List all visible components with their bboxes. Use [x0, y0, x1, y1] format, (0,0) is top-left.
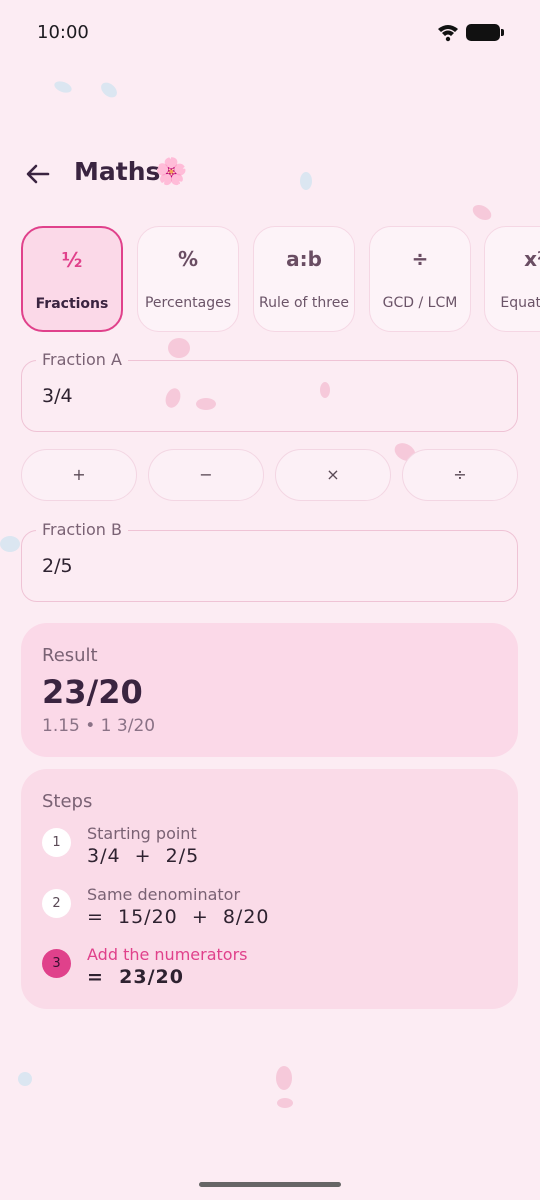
step-number: 1 [42, 828, 71, 857]
back-arrow-icon[interactable] [22, 158, 54, 190]
tab-symbol: x² [524, 247, 540, 271]
tab-label: Fractions [35, 296, 109, 312]
sakura-icon: 🌸 [155, 157, 188, 187]
petal-decoration [18, 1072, 32, 1086]
petal-decoration [276, 1066, 292, 1090]
steps-card: Steps 1 Starting point 3/4 + 2/5 2 Same … [21, 769, 518, 1009]
step-title: Same denominator [87, 885, 241, 904]
tab-symbol: % [177, 247, 199, 271]
fraction-b-value: 2/5 [42, 555, 73, 577]
home-indicator[interactable] [199, 1182, 341, 1187]
tab-symbol: a:b [286, 247, 322, 271]
fraction-a-label: Fraction A [36, 350, 128, 369]
petal-decoration [168, 338, 190, 358]
tab-equations[interactable]: x² Equations [484, 226, 540, 332]
step-item: 1 Starting point 3/4 + 2/5 [42, 824, 502, 874]
tab-symbol: ½ [61, 248, 83, 272]
tab-label: GCD / LCM [382, 295, 458, 311]
fraction-b-label: Fraction B [36, 520, 128, 539]
tab-label: Percentages [144, 295, 232, 311]
wifi-icon [438, 25, 458, 42]
operator-subtract-button[interactable]: − [148, 449, 264, 501]
petal-decoration [98, 79, 120, 101]
app-bar: Maths 🌸 [0, 150, 540, 200]
step-expression: = 23/20 [87, 966, 184, 988]
petal-decoration [277, 1098, 293, 1108]
operator-add-button[interactable]: + [21, 449, 137, 501]
fraction-a-field[interactable]: Fraction A 3/4 [21, 350, 518, 432]
operator-multiply-button[interactable]: × [275, 449, 391, 501]
step-number: 2 [42, 889, 71, 918]
step-number: 3 [42, 949, 71, 978]
result-secondary: 1.15 • 1 3/20 [42, 716, 156, 736]
tab-label: Rule of three [259, 295, 349, 311]
tab-rule-of-three[interactable]: a:b Rule of three [253, 226, 355, 332]
fraction-a-value: 3/4 [42, 385, 73, 407]
petal-decoration [470, 201, 494, 224]
step-title: Starting point [87, 824, 197, 843]
tab-gcd-lcm[interactable]: ÷ GCD / LCM [369, 226, 471, 332]
tab-label: Equations [500, 295, 540, 311]
result-label: Result [42, 645, 98, 666]
result-value: 23/20 [42, 673, 143, 711]
category-tabs: ½ Fractions % Percentages a:b Rule of th… [0, 226, 540, 336]
step-expression: = 15/20 + 8/20 [87, 906, 270, 928]
status-time: 10:00 [37, 22, 89, 43]
steps-heading: Steps [42, 791, 93, 812]
tab-symbol: ÷ [411, 247, 429, 271]
tab-percentages[interactable]: % Percentages [137, 226, 239, 332]
operator-divide-button[interactable]: ÷ [402, 449, 518, 501]
step-expression: 3/4 + 2/5 [87, 845, 200, 867]
operator-selector: + − × ÷ [21, 449, 518, 501]
status-bar: 10:00 [0, 0, 540, 64]
fraction-b-field[interactable]: Fraction B 2/5 [21, 520, 518, 602]
step-item: 2 Same denominator = 15/20 + 8/20 [42, 885, 502, 935]
petal-decoration [52, 79, 74, 95]
step-title: Add the numerators [87, 945, 248, 964]
result-card: Result 23/20 1.15 • 1 3/20 [21, 623, 518, 757]
tab-fractions[interactable]: ½ Fractions [21, 226, 123, 332]
battery-icon [466, 24, 504, 41]
step-item: 3 Add the numerators = 23/20 [42, 945, 502, 995]
petal-decoration [0, 536, 20, 552]
page-title: Maths [74, 157, 161, 186]
